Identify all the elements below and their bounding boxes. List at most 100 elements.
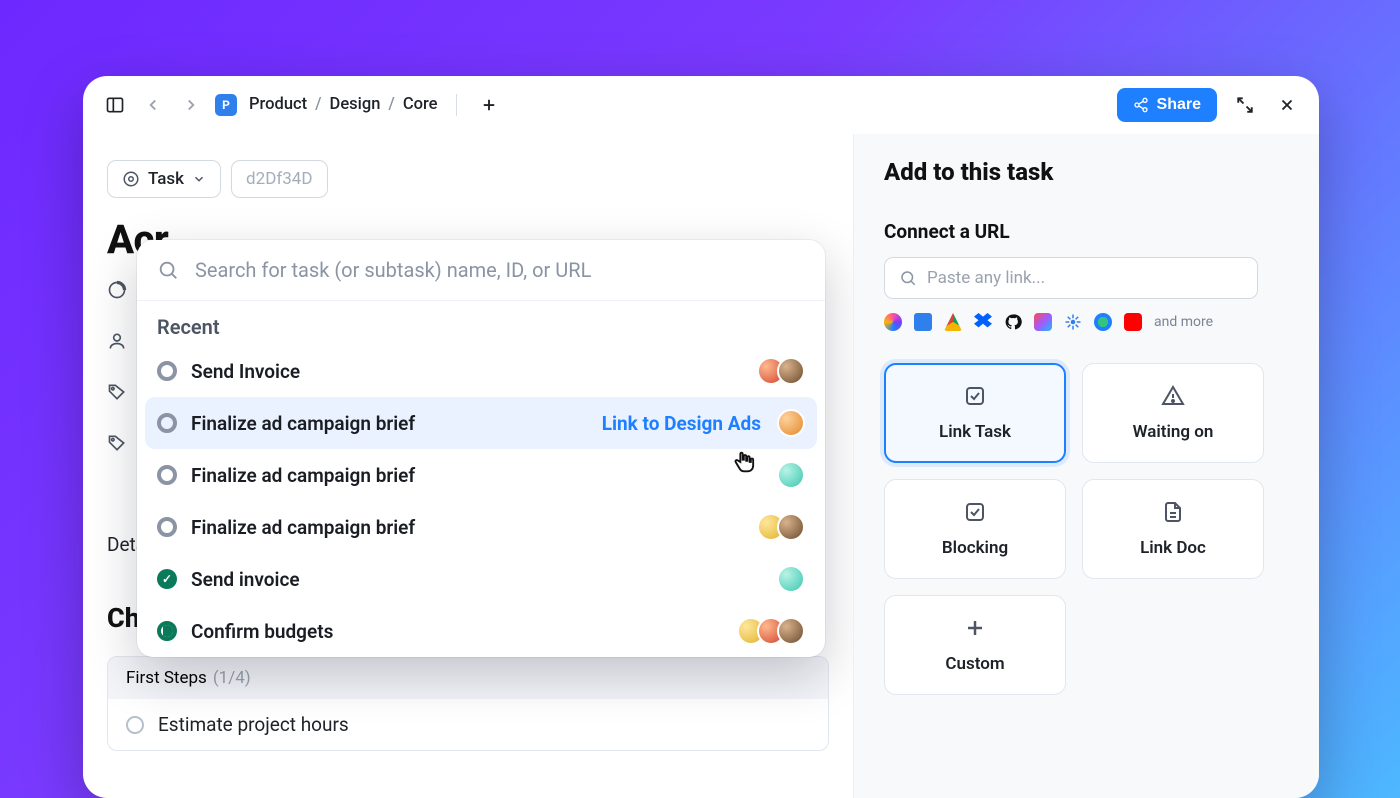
- result-title: Finalize ad campaign brief: [191, 464, 415, 487]
- result-title: Send Invoice: [191, 360, 300, 383]
- assignee-avatars: [785, 409, 805, 437]
- relationship-card-custom[interactable]: Custom: [884, 595, 1066, 695]
- checklist-group-header[interactable]: First Steps (1/4): [108, 657, 828, 699]
- task-search-popover: Search for task (or subtask) name, ID, o…: [137, 240, 825, 657]
- file-icon: [1161, 500, 1185, 524]
- paste-link-input[interactable]: Paste any link...: [884, 257, 1258, 299]
- status-done-icon: ✓: [157, 569, 177, 589]
- divider: [456, 94, 457, 116]
- edge-icon[interactable]: [1094, 313, 1112, 331]
- search-section-label: Recent: [137, 301, 825, 345]
- avatar: [777, 409, 805, 437]
- header-bar: P Product / Design / Core Share: [83, 76, 1319, 134]
- share-button[interactable]: Share: [1117, 88, 1217, 122]
- search-result-item[interactable]: ✓ Send invoice: [137, 553, 825, 605]
- connect-url-label: Connect a URL: [884, 220, 1289, 243]
- assignee-avatars: [745, 617, 805, 645]
- target-icon: [122, 170, 140, 188]
- avatar: [777, 461, 805, 489]
- status-open-icon: [157, 517, 177, 537]
- search-input-row[interactable]: Search for task (or subtask) name, ID, o…: [137, 240, 825, 301]
- search-result-item[interactable]: Send Invoice: [137, 345, 825, 397]
- warn-triangle-icon: [1161, 384, 1185, 408]
- card-label: Blocking: [942, 538, 1008, 558]
- dropbox-icon[interactable]: [974, 313, 992, 331]
- result-title: Send invoice: [191, 568, 300, 591]
- right-panel: Add to this task Connect a URL Paste any…: [853, 134, 1319, 798]
- person-icon: [107, 331, 127, 351]
- checklist-item[interactable]: Estimate project hours: [108, 699, 828, 750]
- nav-forward-button[interactable]: [177, 91, 205, 119]
- relationship-card-link-doc[interactable]: Link Doc: [1082, 479, 1264, 579]
- relationship-card-blocking[interactable]: Blocking: [884, 479, 1066, 579]
- search-result-item[interactable]: Finalize ad campaign brief: [137, 501, 825, 553]
- status-progress-icon: [157, 621, 177, 641]
- relationship-card-waiting-on[interactable]: Waiting on: [1082, 363, 1264, 463]
- task-id-field[interactable]: d2Df34D: [231, 160, 327, 198]
- assignee-avatars: [765, 513, 805, 541]
- figma-icon[interactable]: [1034, 313, 1052, 331]
- avatar: [777, 513, 805, 541]
- add-breadcrumb-button[interactable]: [475, 91, 503, 119]
- checkbox-empty-icon[interactable]: [126, 716, 144, 734]
- card-label: Custom: [945, 654, 1004, 674]
- youtube-icon[interactable]: [1124, 313, 1142, 331]
- status-icon: [107, 280, 127, 300]
- search-placeholder: Search for task (or subtask) name, ID, o…: [195, 258, 591, 282]
- avatar: [777, 617, 805, 645]
- task-detail-pane: Task d2Df34D Acr St As Ta: [83, 134, 853, 798]
- result-title: Finalize ad campaign brief: [191, 412, 415, 435]
- breadcrumb-part[interactable]: Design: [330, 95, 381, 114]
- tag-icon: [107, 382, 127, 402]
- breadcrumb-part[interactable]: Product: [249, 95, 307, 114]
- status-open-icon: [157, 361, 177, 381]
- search-result-item[interactable]: Finalize ad campaign brief: [137, 449, 825, 501]
- card-label: Waiting on: [1133, 422, 1214, 442]
- card-label: Link Task: [939, 422, 1011, 442]
- status-open-icon: [157, 413, 177, 433]
- breadcrumb[interactable]: P Product / Design / Core: [215, 94, 438, 116]
- google-drive-icon[interactable]: [944, 313, 962, 331]
- and-more-label: and more: [1154, 314, 1213, 330]
- assignee-avatars: [785, 565, 805, 593]
- check-square-icon: [963, 384, 987, 408]
- assignee-avatars: [765, 357, 805, 385]
- checklist-card: First Steps (1/4) Estimate project hours: [107, 656, 829, 751]
- clickup-icon[interactable]: [884, 313, 902, 331]
- link-action-label[interactable]: Link to Design Ads: [602, 412, 761, 435]
- right-panel-title: Add to this task: [884, 158, 1289, 186]
- result-title: Finalize ad campaign brief: [191, 516, 415, 539]
- relationship-card-link-task[interactable]: Link Task: [884, 363, 1066, 463]
- close-icon[interactable]: [1273, 91, 1301, 119]
- github-icon[interactable]: [1004, 313, 1022, 331]
- tag-icon: [107, 433, 127, 453]
- search-result-item[interactable]: Confirm budgets: [137, 605, 825, 657]
- chevron-down-icon: [192, 172, 206, 186]
- plus-icon: [963, 616, 987, 640]
- relationship-cards: Link Task Waiting on Blocking Link Doc Custo…: [884, 363, 1264, 695]
- avatar: [777, 565, 805, 593]
- search-result-item[interactable]: Finalize ad campaign brief Link to Design…: [145, 397, 817, 449]
- breadcrumb-sep: /: [315, 95, 321, 114]
- assignee-avatars: [785, 461, 805, 489]
- app-window: P Product / Design / Core Share: [83, 76, 1319, 798]
- connector-icons: and more: [884, 313, 1289, 331]
- loom-icon[interactable]: [1064, 313, 1082, 331]
- share-icon: [1133, 97, 1149, 113]
- status-open-icon: [157, 465, 177, 485]
- google-doc-icon[interactable]: [914, 313, 932, 331]
- breadcrumb-part[interactable]: Core: [403, 95, 438, 114]
- panel-toggle-icon[interactable]: [101, 91, 129, 119]
- search-icon: [899, 269, 917, 287]
- breadcrumb-badge: P: [215, 94, 237, 116]
- breadcrumb-sep: /: [388, 95, 394, 114]
- collapse-icon[interactable]: [1231, 91, 1259, 119]
- task-type-label: Task: [148, 169, 184, 189]
- nav-back-button[interactable]: [139, 91, 167, 119]
- search-icon: [157, 259, 179, 281]
- check-square-icon: [963, 500, 987, 524]
- task-type-selector[interactable]: Task: [107, 160, 221, 198]
- card-label: Link Doc: [1140, 538, 1206, 558]
- cursor-icon: [731, 448, 759, 476]
- share-button-label: Share: [1157, 96, 1201, 114]
